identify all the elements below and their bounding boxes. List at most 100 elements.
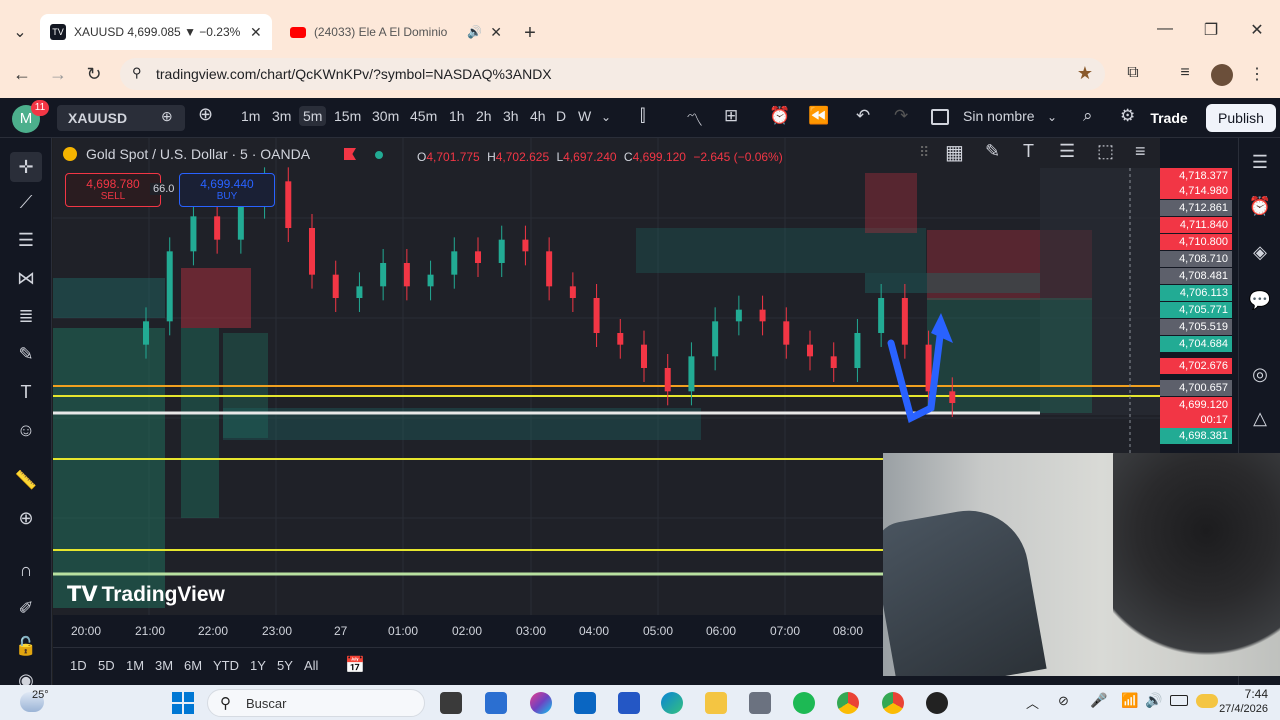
quick-search-icon[interactable]: ⌕ xyxy=(1083,106,1093,126)
media-control-icon[interactable]: ≡ xyxy=(1173,64,1197,82)
prediction-icon[interactable]: ≣ xyxy=(14,306,38,330)
list-icon[interactable]: ≡ xyxy=(1135,141,1146,162)
interval-30m[interactable]: 30m xyxy=(372,108,399,124)
emoji-icon[interactable]: ☺ xyxy=(14,420,38,444)
layout-dropdown-icon[interactable]: ⌄ xyxy=(1047,110,1057,124)
interval-w[interactable]: W xyxy=(578,108,591,124)
indicators-icon[interactable]: 〽 xyxy=(686,106,703,131)
drag-handle-icon[interactable]: ⠿ xyxy=(919,144,929,161)
spotify-icon[interactable] xyxy=(793,692,815,714)
bookmark-star-icon[interactable]: ★ xyxy=(1077,63,1093,84)
text-icon[interactable]: T xyxy=(1023,141,1034,162)
close-tab-icon[interactable]: ✕ xyxy=(250,24,262,41)
tab-tradingview[interactable]: TV XAUUSD 4,699.085 ▼ −0.23% S ✕ xyxy=(40,14,272,50)
range-ytd[interactable]: YTD xyxy=(213,658,239,673)
range-all[interactable]: All xyxy=(304,658,318,673)
profile-avatar[interactable] xyxy=(1211,64,1233,86)
app-icon[interactable] xyxy=(926,692,948,714)
site-info-icon[interactable]: ⚲ xyxy=(132,65,142,81)
close-tab-icon[interactable]: ✕ xyxy=(490,24,502,41)
undo-icon[interactable]: ↶ xyxy=(856,106,870,126)
stay-drawing-icon[interactable]: ✐ xyxy=(14,598,38,622)
minimize-icon[interactable]: — xyxy=(1153,20,1177,38)
layout-icon[interactable] xyxy=(931,109,949,125)
settings-icon[interactable]: ⚙ xyxy=(1120,106,1135,126)
publish-button[interactable]: Publish xyxy=(1206,104,1276,132)
add-symbol-icon[interactable]: ⊕ xyxy=(198,104,213,125)
text-tool-icon[interactable]: T xyxy=(14,382,38,406)
volume-icon[interactable]: 🔊 xyxy=(1145,692,1162,709)
close-window-icon[interactable]: ✕ xyxy=(1245,20,1269,40)
brush-icon[interactable]: ✎ xyxy=(14,344,38,368)
sell-button[interactable]: 4,698.780 SELL xyxy=(65,173,161,207)
range-6m[interactable]: 6M xyxy=(184,658,202,673)
clock-time[interactable]: 7:44 xyxy=(1238,687,1268,701)
interval-5m[interactable]: 5m xyxy=(299,106,327,126)
alert-icon[interactable]: ⏰ xyxy=(769,106,790,126)
buy-button[interactable]: 4,699.440 BUY xyxy=(179,173,275,207)
range-1d[interactable]: 1D xyxy=(70,658,87,673)
range-5y[interactable]: 5Y xyxy=(277,658,293,673)
zoom-in-icon[interactable]: ⊕ xyxy=(14,508,38,532)
wifi-icon[interactable]: 📶 xyxy=(1121,692,1138,709)
templates-icon[interactable]: ⊞ xyxy=(724,106,738,126)
range-1m[interactable]: 1M xyxy=(126,658,144,673)
new-tab-icon[interactable]: + xyxy=(518,22,542,45)
symbol-search[interactable]: XAUUSD ⊕ xyxy=(57,105,185,131)
range-3m[interactable]: 3M xyxy=(155,658,173,673)
chrome-icon[interactable] xyxy=(882,692,904,714)
trade-button[interactable]: Trade xyxy=(1141,104,1197,132)
calculator-icon[interactable] xyxy=(749,692,771,714)
range-5d[interactable]: 5D xyxy=(98,658,115,673)
layers-icon[interactable]: ◈ xyxy=(1247,242,1273,268)
grid-icon[interactable]: ▦ xyxy=(945,140,964,165)
magnet-icon[interactable]: ∩ xyxy=(14,560,38,584)
interval-dropdown-icon[interactable]: ⌄ xyxy=(601,110,611,124)
start-icon[interactable] xyxy=(172,692,194,714)
interval-3m[interactable]: 3m xyxy=(272,108,291,124)
interval-1h[interactable]: 1h xyxy=(449,108,465,124)
extensions-icon[interactable]: ⧉ xyxy=(1121,64,1145,82)
chat-icon[interactable]: 💬 xyxy=(1247,290,1273,316)
target-icon[interactable]: ◎ xyxy=(1247,364,1273,390)
pencil-icon[interactable]: ✎ xyxy=(985,141,1000,162)
address-bar[interactable]: ⚲ tradingview.com/chart/QcKWnKPv/?symbol… xyxy=(120,58,1105,90)
fib-icon[interactable]: ☰ xyxy=(14,230,38,254)
reload-icon[interactable]: ↻ xyxy=(82,64,106,85)
lock-icon[interactable]: 🔓 xyxy=(14,636,38,660)
browser-menu-icon[interactable]: ⋮ xyxy=(1245,64,1269,84)
copilot-icon[interactable] xyxy=(530,692,552,714)
interval-4h[interactable]: 4h xyxy=(530,108,546,124)
battery-icon[interactable] xyxy=(1170,695,1188,706)
microphone-icon[interactable]: 🎤 xyxy=(1090,692,1107,709)
interval-3h[interactable]: 3h xyxy=(503,108,519,124)
legend-title[interactable]: Gold Spot / U.S. Dollar · 5 · OANDA xyxy=(86,146,310,162)
candles-icon[interactable]: ⫿ xyxy=(640,106,645,126)
trend-line-icon[interactable]: ⟋ xyxy=(14,192,38,216)
frame-icon[interactable]: ⬚ xyxy=(1097,141,1114,162)
compare-symbol-icon[interactable]: ⊕ xyxy=(161,108,173,125)
chrome-icon[interactable] xyxy=(837,692,859,714)
file-explorer-icon[interactable] xyxy=(705,692,727,714)
speaker-icon[interactable]: 🔊 xyxy=(467,25,482,39)
crosshair-icon[interactable]: ✛ xyxy=(10,152,42,182)
restore-icon[interactable]: ❐ xyxy=(1199,20,1223,40)
tab-list-icon[interactable]: ⌄ xyxy=(8,22,32,42)
app-icon[interactable] xyxy=(574,692,596,714)
align-icon[interactable]: ☰ xyxy=(1059,141,1075,162)
date-range-icon[interactable]: 📅 xyxy=(345,655,365,675)
clock-date[interactable]: 27/4/2026 xyxy=(1203,703,1268,715)
tray-app-icon[interactable]: ⊘ xyxy=(1058,693,1069,709)
tray-overflow-icon[interactable]: ︿ xyxy=(1026,693,1039,712)
ruler-icon[interactable]: 📏 xyxy=(14,470,38,494)
alerts-icon[interactable]: ⏰ xyxy=(1247,196,1273,222)
interval-2h[interactable]: 2h xyxy=(476,108,492,124)
range-1y[interactable]: 1Y xyxy=(250,658,266,673)
interval-d[interactable]: D xyxy=(556,108,566,124)
edge-icon[interactable] xyxy=(661,692,683,714)
layout-name[interactable]: Sin nombre xyxy=(963,108,1035,124)
replay-icon[interactable]: ⏪ xyxy=(808,106,829,126)
app-icon[interactable] xyxy=(618,692,640,714)
back-icon[interactable]: ← xyxy=(10,64,34,85)
interval-1m[interactable]: 1m xyxy=(241,108,260,124)
